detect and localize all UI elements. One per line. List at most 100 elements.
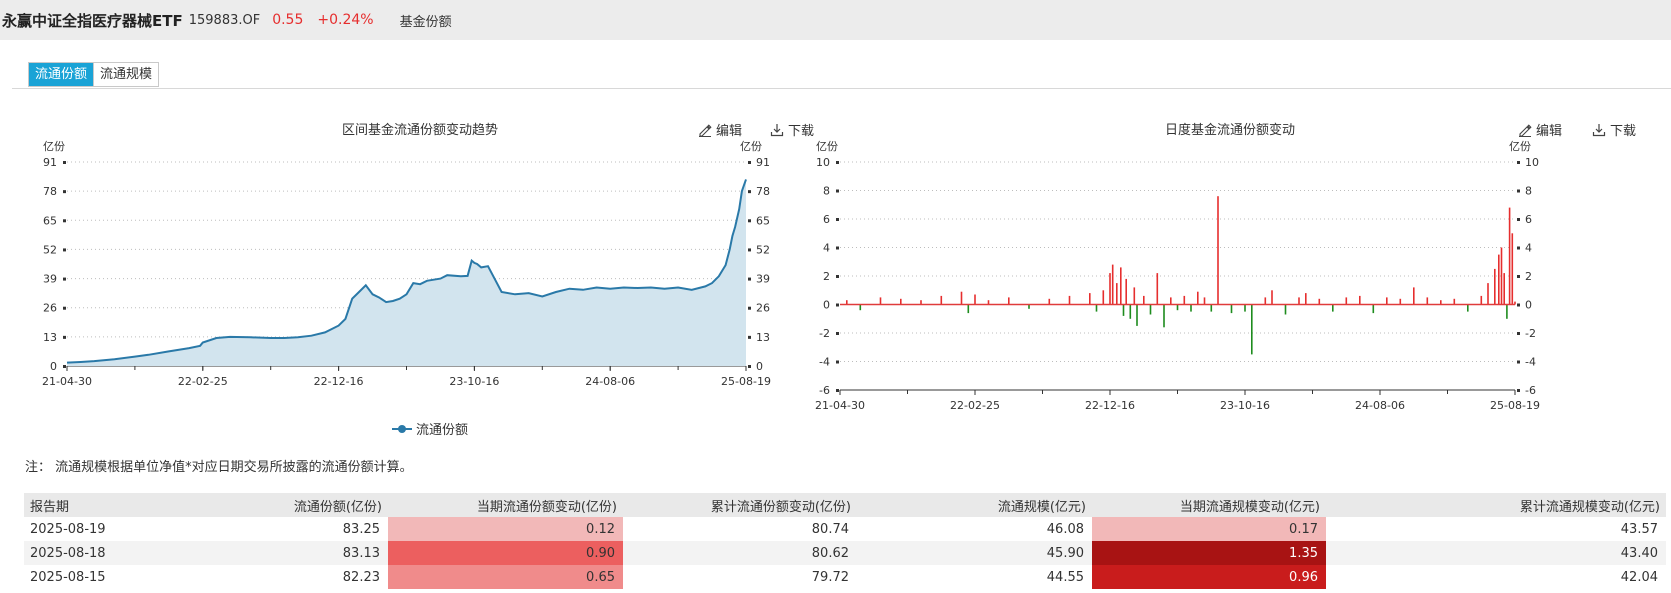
- y-tick-label-right: 6: [1525, 213, 1532, 226]
- bar: [1305, 293, 1307, 305]
- table-cell-cum-scale-change: 42.04: [1620, 569, 1658, 585]
- bar: [1230, 304, 1233, 314]
- column-header[interactable]: 流通份额(亿份): [154, 493, 388, 517]
- y-tick-label-right: -4: [1525, 356, 1536, 369]
- bar: [1453, 298, 1456, 305]
- bar: [1467, 304, 1469, 312]
- y-tick-label-left: 2: [823, 270, 830, 283]
- y-tick-mark: [1517, 161, 1520, 164]
- x-tick-label: 25-08-19: [1490, 399, 1540, 412]
- bar: [1271, 290, 1273, 305]
- edit-button-left[interactable]: 编辑: [698, 120, 742, 139]
- bar: [1125, 278, 1127, 305]
- y-tick-label-right: 39: [756, 273, 770, 286]
- bar: [1506, 304, 1508, 319]
- y-tick-mark: [1517, 218, 1520, 221]
- fund-header: 永赢中证全指医疗器械ETF 159883.OF 0.55 +0.24% 基金份额: [0, 0, 1671, 40]
- tab-circulating-shares[interactable]: 流通份额: [29, 63, 94, 86]
- bar: [1048, 298, 1051, 305]
- bar: [900, 298, 902, 305]
- y-tick-label-right: 0: [1525, 299, 1532, 312]
- y-axis-label-right: 亿份: [1509, 140, 1531, 153]
- y-tick-label-left: 0: [50, 360, 57, 373]
- column-header[interactable]: 当期流通份额变动(亿份): [388, 493, 623, 517]
- bar: [1120, 267, 1122, 305]
- y-tick-mark: [63, 161, 66, 164]
- x-tick-label: 22-12-16: [314, 375, 364, 388]
- y-tick-label-right: 8: [1525, 185, 1532, 198]
- bar: [1149, 304, 1152, 315]
- table-row[interactable]: 2025-08-18 83.13 0.90 80.62 45.90 1.35 43.40: [24, 541, 1666, 565]
- y-tick-label-left: 26: [43, 302, 57, 315]
- edit-icon: [1519, 123, 1532, 137]
- y-tick-label-left: 10: [816, 156, 830, 169]
- x-tick-label: 22-02-25: [178, 375, 228, 388]
- y-tick-mark: [63, 219, 66, 223]
- y-tick-mark: [63, 190, 66, 194]
- bar: [1068, 295, 1071, 305]
- y-tick-label-left: 39: [43, 273, 57, 286]
- y-tick-label-right: 2: [1525, 270, 1532, 283]
- bar: [1156, 273, 1159, 305]
- bar: [1318, 298, 1321, 305]
- y-tick-label-left: 4: [823, 242, 830, 255]
- bar: [1426, 297, 1429, 305]
- y-axis-label-left: 亿份: [43, 140, 65, 153]
- y-tick-label-left: -6: [819, 384, 830, 397]
- y-tick-mark: [836, 303, 839, 307]
- chart-legend[interactable]: 流通份额: [392, 419, 468, 438]
- y-tick-mark: [748, 306, 751, 310]
- table-cell-share-change: 0.90: [388, 541, 623, 565]
- tab-divider: [12, 88, 1671, 89]
- column-header[interactable]: 累计流通规模变动(亿元): [1326, 493, 1666, 517]
- y-tick-mark: [748, 219, 751, 223]
- column-header[interactable]: 流通规模(亿元): [857, 493, 1092, 517]
- bar: [1217, 196, 1219, 305]
- table-row[interactable]: 2025-08-15 82.23 0.65 79.72 44.55 0.96 42.04: [24, 565, 1666, 589]
- data-table: 报告期 流通份额(亿份) 当期流通份额变动(亿份) 累计流通份额变动(亿份) 流…: [24, 493, 1666, 589]
- bar: [967, 304, 970, 314]
- y-tick-mark: [836, 161, 839, 164]
- y-tick-mark: [1517, 332, 1520, 335]
- bar: [940, 295, 943, 305]
- table-cell-cum-scale-change: 43.57: [1620, 521, 1658, 537]
- x-tick-label: 23-10-16: [1220, 399, 1270, 412]
- table-cell-date: 2025-08-18: [24, 541, 154, 565]
- column-header[interactable]: 报告期: [24, 493, 154, 517]
- column-header[interactable]: 累计流通份额变动(亿份): [623, 493, 857, 517]
- x-tick-label: 23-10-16: [449, 375, 499, 388]
- bar: [1514, 301, 1516, 305]
- edit-button-right[interactable]: 编辑: [1518, 120, 1562, 139]
- tab-circulating-scale[interactable]: 流通规模: [93, 63, 159, 86]
- table-cell-scale: 46.08: [1046, 521, 1084, 537]
- y-tick-label-right: 52: [756, 243, 770, 256]
- column-header[interactable]: 当期流通规模变动(亿元): [1092, 493, 1326, 517]
- bar: [1480, 295, 1483, 305]
- x-tick-label: 22-02-25: [950, 399, 1000, 412]
- table-row[interactable]: 2025-08-19 83.25 0.12 80.74 46.08 0.17 43.57: [24, 517, 1666, 541]
- x-tick-label: 22-12-16: [1085, 399, 1135, 412]
- download-label: 下载: [788, 124, 815, 139]
- download-label: 下载: [1610, 124, 1637, 139]
- bar: [879, 297, 882, 305]
- y-tick-label-left: 65: [43, 214, 57, 227]
- bar: [1170, 297, 1172, 305]
- bar: [1413, 287, 1415, 305]
- y-tick-label-right: 65: [756, 214, 770, 227]
- area-fill: [67, 179, 746, 366]
- bar: [1494, 268, 1496, 305]
- bar: [1089, 293, 1091, 305]
- bar: [1136, 304, 1138, 326]
- y-tick-mark: [748, 190, 751, 194]
- download-icon: [1592, 123, 1606, 136]
- chart-title-left: 区间基金流通份额变动趋势: [341, 123, 498, 138]
- table-cell-share-change: 0.12: [388, 517, 623, 541]
- fund-price: 0.55: [272, 12, 304, 28]
- bar: [1122, 304, 1125, 316]
- download-button-left[interactable]: 下载: [770, 120, 814, 139]
- footnote: 注： 流通规模根据单位净值*对应日期交易所披露的流通份额计算。: [25, 460, 413, 475]
- fund-share-link[interactable]: 基金份额: [400, 11, 452, 30]
- download-button-right[interactable]: 下载: [1592, 120, 1636, 139]
- bar: [1251, 304, 1253, 355]
- y-tick-mark: [836, 275, 839, 278]
